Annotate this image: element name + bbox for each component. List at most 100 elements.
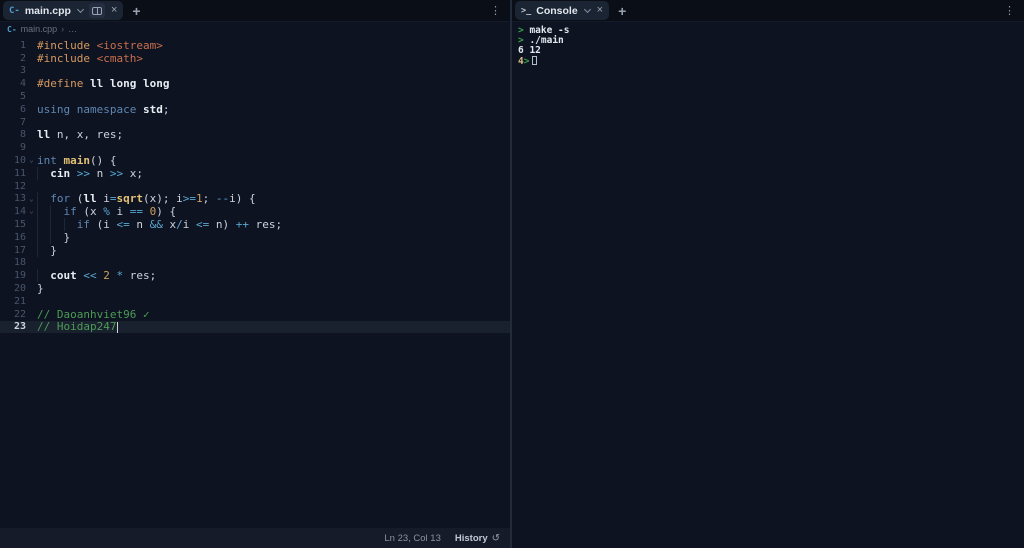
code-line[interactable]: 6 using namespace std; (0, 103, 510, 116)
code-text: #include <cmath> (37, 51, 143, 65)
code-line[interactable]: 21 (0, 295, 510, 308)
code-text: #define ll long long (37, 77, 170, 91)
cpp-file-icon-small: C- (7, 24, 17, 34)
breadcrumb-separator: › (61, 24, 65, 34)
code-text: int main() { (37, 154, 117, 168)
code-editor[interactable]: 1 #include <iostream> 2 #include <cmath> 3 4 #… (0, 36, 510, 528)
breadcrumb-file[interactable]: main.cpp (21, 24, 58, 34)
console-line: > make -s (518, 26, 1024, 36)
line-number: 10 (13, 155, 26, 167)
console-tabbar: >_ Console × + ⋮ (512, 0, 1024, 22)
line-number: 23 (13, 321, 26, 333)
line-number: 8 (19, 129, 26, 141)
console-panel: >_ Console × + ⋮ > make -s > ./main 6 12 4> (512, 0, 1024, 548)
code-line[interactable]: 10 ⌄ int main() { (0, 154, 510, 167)
chevron-down-icon[interactable] (76, 5, 84, 14)
terminal-icon: >_ (521, 5, 532, 16)
new-console-button[interactable]: + (618, 4, 626, 18)
code-line[interactable]: 12 (0, 180, 510, 193)
code-text: #include <iostream> (37, 38, 163, 52)
code-text: if (i <= n && x/i <= n) ++ res; (37, 218, 282, 231)
code-line[interactable]: 18 (0, 257, 510, 270)
code-text: cin >> n >> x; (37, 167, 143, 180)
new-tab-button[interactable]: + (132, 4, 140, 18)
line-number: 7 (19, 116, 26, 128)
line-number: 14 (13, 206, 26, 218)
line-number: 5 (19, 91, 26, 103)
line-number: 9 (19, 142, 26, 154)
code-line[interactable]: 22 // Daoanhviet96 ✓ (0, 308, 510, 321)
ide-window: C- main.cpp × + ⋮ C- main.cpp › … 1 #incl… (0, 0, 1024, 548)
console-output[interactable]: > make -s > ./main 6 12 4> (512, 22, 1024, 548)
console-line: 4> (518, 56, 1024, 67)
fold-chevron-icon[interactable]: ⌄ (26, 154, 37, 167)
code-text: } (37, 244, 57, 257)
code-line[interactable]: 15 if (i <= n && x/i <= n) ++ res; (0, 218, 510, 231)
code-line[interactable]: 9 (0, 141, 510, 154)
history-icon: ↺ (491, 532, 500, 544)
fold-chevron-icon[interactable]: ⌄ (26, 205, 37, 218)
code-line[interactable]: 20} (0, 282, 510, 295)
tab-label: main.cpp (24, 4, 71, 17)
code-line[interactable]: 8 ll n, x, res; (0, 128, 510, 142)
code-line[interactable]: 4 #define ll long long (0, 77, 510, 90)
code-line[interactable]: 23 // Hoidap247 (0, 320, 510, 333)
console-line: 6 12 (518, 46, 1024, 56)
line-number: 18 (13, 257, 26, 269)
console-tab-label: Console (536, 4, 578, 17)
line-number: 19 (13, 270, 26, 282)
breadcrumb: C- main.cpp › … (0, 22, 510, 36)
cpp-file-icon: C- (9, 5, 20, 16)
user-input: 6 12 (518, 45, 541, 56)
code-text: using namespace std; (37, 102, 170, 116)
split-editor-icon (91, 6, 102, 15)
line-number: 22 (13, 308, 26, 320)
code-line[interactable]: 5 (0, 90, 510, 103)
line-number: 3 (19, 65, 26, 77)
code-line[interactable]: 19 cout << 2 * res; (0, 269, 510, 282)
line-number: 11 (13, 167, 26, 179)
cursor-position[interactable]: Ln 23, Col 13 (384, 533, 441, 544)
history-label: History (454, 532, 488, 544)
line-number: 12 (13, 180, 26, 192)
code-text: // Daoanhviet96 ✓ (37, 307, 150, 321)
split-editor-button[interactable] (88, 3, 105, 18)
terminal-cursor (532, 56, 538, 65)
console-menu-icon[interactable]: ⋮ (1001, 4, 1018, 17)
code-text: if (x % i == 0) { (37, 205, 177, 218)
code-text: ll n, x, res; (37, 128, 124, 142)
code-line[interactable]: 17 } (0, 244, 510, 257)
fold-chevron-icon[interactable]: ⌄ (26, 193, 37, 206)
line-number: 17 (13, 244, 26, 256)
editor-panel: C- main.cpp × + ⋮ C- main.cpp › … 1 #incl… (0, 0, 512, 548)
close-tab-icon[interactable]: × (110, 5, 118, 16)
code-text: cout << 2 * res; (37, 269, 156, 282)
code-line[interactable]: 11 cin >> n >> x; (0, 167, 510, 180)
editor-tabbar: C- main.cpp × + ⋮ (0, 0, 510, 22)
chevron-down-icon[interactable] (583, 5, 591, 14)
line-number: 4 (19, 78, 26, 90)
line-number: 13 (13, 193, 26, 205)
code-text: } (37, 282, 44, 296)
tab-console[interactable]: >_ Console × (515, 1, 610, 20)
breadcrumb-symbol[interactable]: … (68, 24, 77, 34)
code-text: for (ll i=sqrt(x); i>=1; --i) { (37, 192, 255, 205)
line-number: 6 (19, 103, 26, 115)
statusbar: Ln 23, Col 13 History ↺ (0, 528, 510, 548)
code-line[interactable]: 2 #include <cmath> (0, 52, 510, 65)
editor-menu-icon[interactable]: ⋮ (487, 4, 504, 17)
tab-main-cpp[interactable]: C- main.cpp × (3, 1, 124, 20)
code-line[interactable]: 3 (0, 65, 510, 78)
close-console-icon[interactable]: × (596, 5, 604, 16)
code-line[interactable]: 1 #include <iostream> (0, 39, 510, 52)
code-line[interactable]: 14 ⌄ if (x % i == 0) { (0, 205, 510, 218)
code-line[interactable]: 7 (0, 116, 510, 129)
line-number: 15 (13, 219, 26, 231)
line-number: 21 (13, 295, 26, 307)
line-number: 20 (13, 283, 26, 295)
shell-prompt: > (523, 56, 530, 67)
code-line[interactable]: 13 ⌄ for (ll i=sqrt(x); i>=1; --i) { (0, 192, 510, 206)
line-number: 1 (19, 39, 26, 51)
code-line[interactable]: 16 } (0, 231, 510, 244)
history-button[interactable]: History ↺ (455, 533, 500, 544)
